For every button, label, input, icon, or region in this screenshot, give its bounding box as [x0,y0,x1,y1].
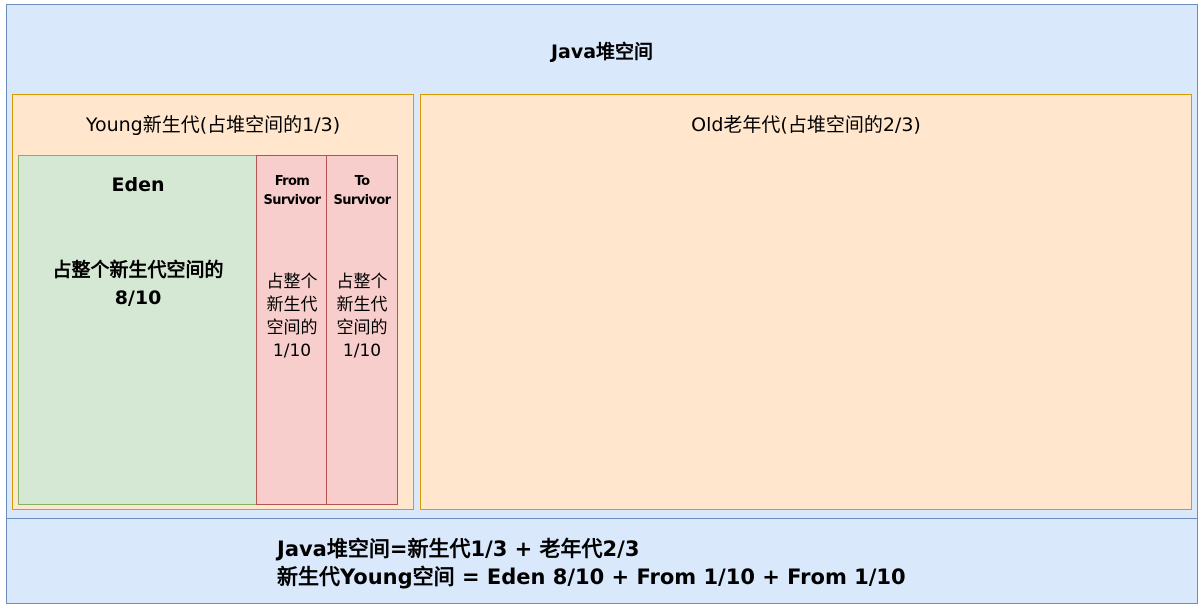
to-survivor-title: To Survivor [333,174,392,208]
eden-description-line1: 占整个新生代空间的 [52,259,224,281]
from-survivor-box: From Survivor 占整个 新生代 空间的 1/10 [256,155,328,505]
old-generation-title: Old老年代(占堆空间的2/3) [691,114,921,136]
eden-title: Eden [111,174,165,196]
eden-description-line2: 8/10 [114,287,162,309]
summary-text: Java堆空间=新生代1/3 + 老年代2/3 新生代Young空间 = Ede… [277,535,906,591]
summary-box: Java堆空间=新生代1/3 + 老年代2/3 新生代Young空间 = Ede… [6,518,1198,604]
old-generation-box: Old老年代(占堆空间的2/3) [420,94,1192,510]
summary-line2: 新生代Young空间 = Eden 8/10 + From 1/10 + Fro… [277,565,906,589]
summary-line1: Java堆空间=新生代1/3 + 老年代2/3 [277,537,640,561]
eden-box: Eden 占整个新生代空间的 8/10 [18,155,258,505]
to-survivor-box: To Survivor 占整个 新生代 空间的 1/10 [326,155,398,505]
from-survivor-description: 占整个 新生代 空间的 1/10 [266,272,318,361]
from-survivor-title: From Survivor [263,174,322,208]
to-survivor-description: 占整个 新生代 空间的 1/10 [336,272,388,361]
eden-description: 占整个新生代空间的 8/10 [19,256,257,312]
heap-title: Java堆空间 [550,41,654,63]
young-generation-title: Young新生代(占堆空间的1/3) [85,114,341,136]
